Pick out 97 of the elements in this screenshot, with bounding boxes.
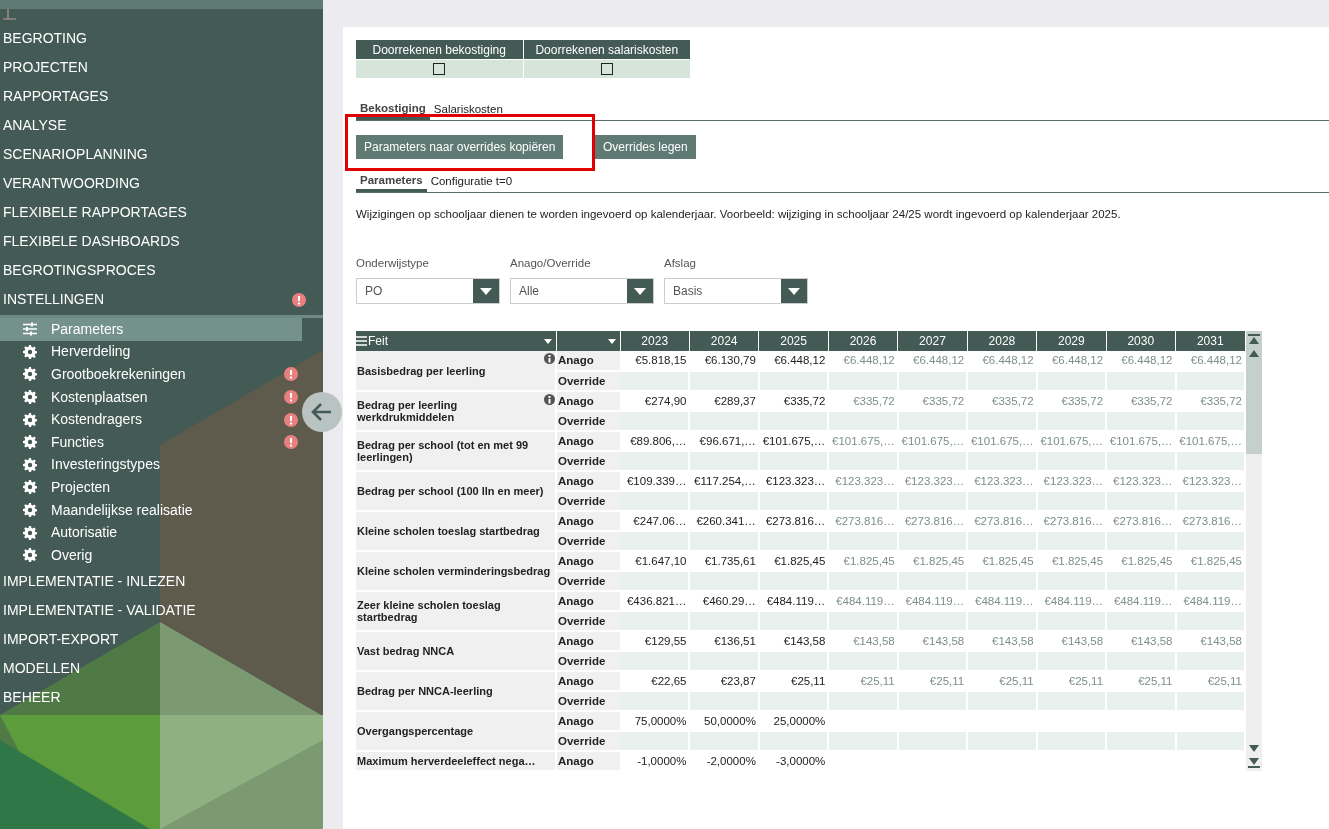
sidebar-item[interactable]: SCENARIOPLANNING <box>0 140 323 169</box>
caret-icon[interactable] <box>607 338 616 344</box>
column-header: 2026 <box>828 331 898 352</box>
gear-icon <box>23 412 37 427</box>
sidebar-subitem[interactable]: Investeringstypes <box>0 453 302 477</box>
gear-icon <box>23 367 37 382</box>
alert-icon <box>284 412 298 427</box>
column-header: 2024 <box>689 331 759 352</box>
sidebar-item[interactable]: FLEXIBELE RAPPORTAGES <box>0 198 323 227</box>
caret-icon <box>634 287 646 295</box>
row-type-label: Anago <box>556 351 620 372</box>
sidebar-subitem[interactable]: Functies <box>0 430 302 454</box>
scroll-to-top-icon[interactable] <box>1248 334 1260 345</box>
alert-icon <box>284 367 298 382</box>
sliders-icon <box>23 322 37 337</box>
scrollbar-thumb[interactable] <box>1246 331 1262 455</box>
dropdown[interactable]: Alle <box>510 278 654 305</box>
info-text: Wijzigingen op schooljaar dienen te worden ingevoerd op kalenderjaar. Voorbeeld: wijziging in schooljaar 24/25 wordt ingevoerd op kalenderjaar 2025. <box>356 207 1122 222</box>
collapse-sidebar-button[interactable] <box>302 392 342 432</box>
arrow-left-icon <box>311 402 333 422</box>
column-header: Doorrekenen salariskosten <box>523 40 690 59</box>
sidebar-subitem[interactable]: Herverdeling <box>0 340 302 364</box>
gear-icon <box>23 457 37 472</box>
column-header: 2028 <box>967 331 1037 352</box>
gear-icon <box>23 525 37 540</box>
sidebar-subitem[interactable]: Kostenplaatsen <box>0 385 302 409</box>
sidebar-subitem[interactable]: Grootboekrekeningen <box>0 363 302 386</box>
row-label: Bedrag per leerling werkdrukmiddelen <box>357 399 459 424</box>
tab[interactable]: Parameters <box>356 172 427 192</box>
tab[interactable]: Salariskosten <box>429 100 507 120</box>
caret-icon <box>480 287 492 295</box>
alert-icon <box>284 390 298 405</box>
sidebar-item[interactable]: FLEXIBELE DASHBOARDS <box>0 227 323 256</box>
dropdown[interactable]: Basis <box>664 278 808 305</box>
gear-icon <box>23 435 37 450</box>
scroll-down-icon[interactable] <box>1248 745 1260 753</box>
caret-icon <box>788 287 800 295</box>
row-label: Kleine scholen verminderingsbedrag <box>357 565 552 578</box>
button[interactable]: Overrides legen <box>595 135 696 159</box>
column-header: Feit <box>356 331 556 352</box>
scroll-to-bottom-icon[interactable] <box>1248 758 1260 769</box>
sidebar-item[interactable]: MODELLEN <box>0 653 323 683</box>
sidebar-subitem[interactable]: Autorisatie <box>0 521 302 544</box>
gear-icon <box>23 548 37 563</box>
caret-icon[interactable] <box>543 338 552 344</box>
column-header: 2023 <box>620 331 690 352</box>
sidebar-item[interactable]: IMPLEMENTATIE - VALIDATIE <box>0 595 323 625</box>
sidebar-item[interactable]: PROJECTEN <box>0 53 323 82</box>
partial-icon <box>2 9 16 20</box>
sidebar-item[interactable]: IMPORT-EXPORT <box>0 624 323 654</box>
sidebar-subitem[interactable]: Projecten <box>0 476 302 499</box>
table-cell: 75,0000% <box>620 711 690 732</box>
button[interactable]: Parameters naar overrides kopiëren <box>356 135 564 159</box>
column-header: 2027 <box>897 331 968 352</box>
table-cell: -1,0000% <box>620 751 690 772</box>
tab[interactable]: Configuratie t=0 <box>426 172 517 192</box>
sidebar-item[interactable]: BEHEER <box>0 682 323 712</box>
row-label: Overgangspercentage <box>357 725 475 738</box>
table-cell: €5.818,15 <box>620 351 690 372</box>
alert-icon <box>292 292 306 307</box>
tab[interactable]: Bekostiging <box>356 100 430 120</box>
column-header: Doorrekenen bekostiging <box>356 40 523 59</box>
dropdown[interactable]: PO <box>356 278 500 305</box>
menu-icon[interactable] <box>356 336 367 347</box>
sidebar-item[interactable]: ANALYSE <box>0 111 323 140</box>
sidebar-item[interactable]: BEGROTING <box>0 24 323 53</box>
alert-icon <box>284 435 298 450</box>
column-header: 2031 <box>1175 331 1245 352</box>
gear-icon <box>23 480 37 495</box>
row-label: Basisbedrag per leerling <box>357 364 487 377</box>
sidebar-item[interactable]: IMPLEMENTATIE - INLEZEN <box>0 566 323 596</box>
row-label: Zeer kleine scholen toeslag startbedrag <box>357 599 502 624</box>
sidebar-item[interactable]: RAPPORTAGES <box>0 82 323 111</box>
field-label: Anago/Override <box>510 256 592 271</box>
field-label: Afslag <box>664 256 697 271</box>
sidebar-item[interactable]: VERANTWOORDING <box>0 169 323 198</box>
checkbox[interactable] <box>600 63 613 75</box>
scroll-up-icon[interactable] <box>1248 350 1260 358</box>
column-header: 2025 <box>758 331 829 352</box>
checkbox[interactable] <box>433 63 446 75</box>
gear-icon <box>23 344 37 359</box>
row-label: Bedrag per NNCA-leerling <box>357 685 494 698</box>
sidebar-item[interactable]: BEGROTINGSPROCES <box>0 256 323 285</box>
gear-icon <box>23 503 37 518</box>
row-label: Vast bedrag NNCA <box>357 645 456 658</box>
row-label: Bedrag per school (100 lln en meer) <box>357 485 545 498</box>
row-label: Bedrag per school (tot en met 99 leerlingen) <box>357 439 530 464</box>
column-header: 2029 <box>1036 331 1107 352</box>
column-header: 2030 <box>1106 331 1176 352</box>
sidebar-subitem[interactable]: Kostendragers <box>0 408 302 431</box>
sidebar-subitem[interactable]: Maandelijkse realisatie <box>0 498 302 522</box>
row-label: Maximum herverdeeleffect nega… <box>357 755 537 768</box>
sidebar-subitem[interactable]: Overig <box>0 543 302 567</box>
sidebar-item[interactable]: INSTELLINGEN <box>0 285 323 314</box>
gear-icon <box>23 390 37 405</box>
field-label: Onderwijstype <box>356 256 430 271</box>
row-label: Kleine scholen toeslag startbedrag <box>357 525 541 538</box>
